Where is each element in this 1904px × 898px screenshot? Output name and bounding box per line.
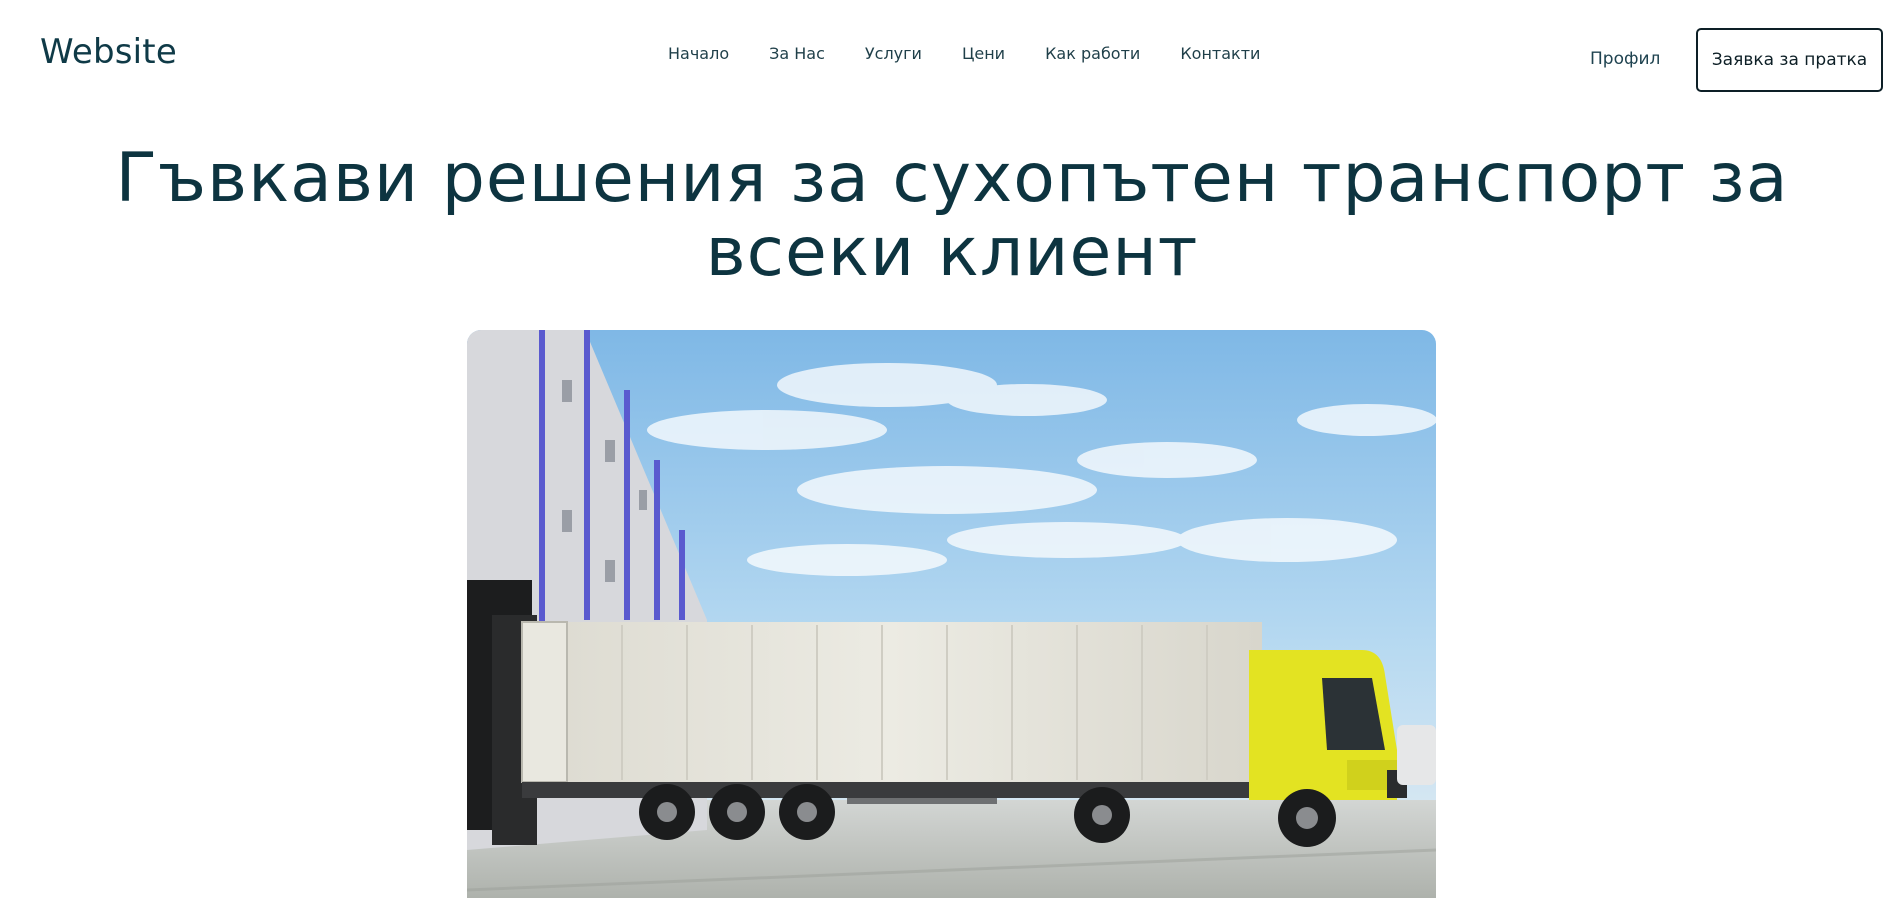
nav-item-home[interactable]: Начало	[668, 44, 729, 63]
profile-link[interactable]: Профил	[1590, 49, 1660, 69]
nav-item-about[interactable]: За Нас	[769, 44, 825, 63]
nav-item-pricing[interactable]: Цени	[962, 44, 1005, 63]
main-nav: Начало За Нас Услуги Цени Как работи Кон…	[668, 44, 1260, 63]
hero-title-line-1: Гъвкави решения за сухопътен транспорт з…	[115, 139, 1789, 218]
image-trailer	[522, 622, 1262, 782]
nav-item-how-it-works[interactable]: Как работи	[1045, 44, 1140, 63]
hero-truck-image	[467, 330, 1436, 898]
nav-item-contacts[interactable]: Контакти	[1180, 44, 1260, 63]
hero-title: Гъвкави решения за сухопътен транспорт з…	[100, 142, 1804, 290]
site-header: Website Начало За Нас Услуги Цени Как ра…	[0, 0, 1904, 110]
site-logo[interactable]: Website	[40, 32, 177, 72]
request-shipment-button[interactable]: Заявка за пратка	[1696, 28, 1883, 92]
nav-item-services[interactable]: Услуги	[865, 44, 922, 63]
hero-title-line-2: всеки клиент	[705, 213, 1199, 292]
